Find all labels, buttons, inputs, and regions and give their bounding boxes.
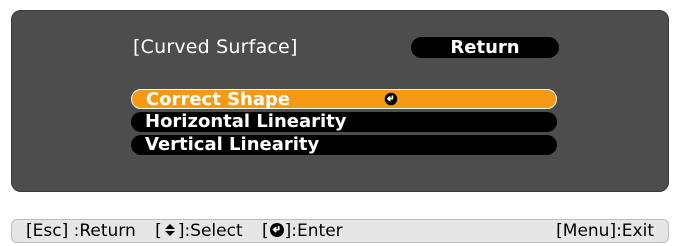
menu-panel: [Curved Surface] Return Correct Shape Ho… [11,10,669,192]
help-enter-suffix: ]:Enter [284,221,343,241]
option-correct-shape[interactable]: Correct Shape [131,89,557,110]
help-esc-return: [Esc] :Return [26,221,136,241]
menu-title: [Curved Surface] [133,36,298,58]
option-label-vertical-linearity: Vertical Linearity [145,134,320,155]
option-list: Correct Shape Horizontal Linearity Verti… [131,89,561,158]
help-menu-exit: [Menu]:Exit [556,221,654,241]
projector-menu-screen: [Curved Surface] Return Correct Shape Ho… [0,0,680,246]
help-select-prefix: [ [155,221,162,241]
up-down-arrows-icon [164,224,175,236]
help-enter-prefix: [ [262,221,269,241]
enter-icon [384,92,398,106]
help-select-suffix: ]:Select [177,221,243,241]
option-label-correct-shape: Correct Shape [146,89,291,110]
help-bar: [Esc] :Return [ ]:Select [ ]:Enter [Menu]:… [11,219,669,243]
return-button[interactable]: Return [411,37,559,58]
option-vertical-linearity[interactable]: Vertical Linearity [131,135,557,155]
help-select: [ ]:Select [155,221,248,241]
enter-icon [269,223,284,237]
help-left-group: [Esc] :Return [ ]:Select [ ]:Enter [26,220,357,242]
option-horizontal-linearity[interactable]: Horizontal Linearity [131,112,557,132]
help-enter: [ ]:Enter [262,221,343,241]
option-label-horizontal-linearity: Horizontal Linearity [145,111,347,132]
